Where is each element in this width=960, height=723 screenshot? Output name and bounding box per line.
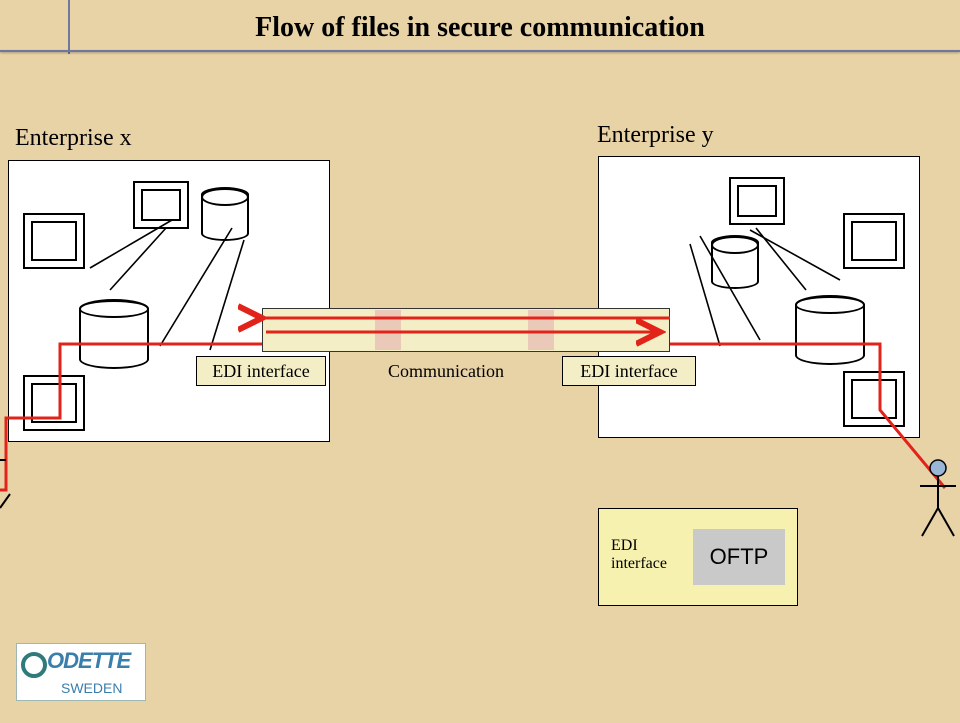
enterprise-y-box <box>598 156 920 438</box>
monitor-icon <box>133 181 189 229</box>
monitor-icon <box>843 213 905 269</box>
oftp-box: EDI interface OFTP <box>598 508 798 606</box>
comm-segment <box>528 310 554 350</box>
communication-bar <box>262 308 670 352</box>
odette-logo: ODETTE SWEDEN <box>16 643 146 701</box>
database-icon <box>201 187 249 241</box>
edi-interface-left: EDI interface <box>196 356 326 386</box>
monitor-icon <box>843 371 905 427</box>
enterprise-x-label: Enterprise x <box>15 125 132 152</box>
oftp-badge: OFTP <box>693 529 785 585</box>
enterprise-y-label: Enterprise y <box>597 122 714 149</box>
title-underline <box>0 50 960 52</box>
database-icon <box>795 295 865 365</box>
communication-label: Communication <box>374 356 518 386</box>
monitor-icon <box>23 375 85 431</box>
person-icon <box>916 458 960 540</box>
oftp-edi-label: EDI interface <box>611 537 667 572</box>
logo-circle-icon <box>21 652 47 678</box>
database-icon <box>711 235 759 289</box>
comm-segment <box>375 310 401 350</box>
edi-interface-right: EDI interface <box>562 356 696 386</box>
monitor-icon <box>729 177 785 225</box>
monitor-icon <box>23 213 85 269</box>
page-title: Flow of files in secure communication <box>0 12 960 44</box>
logo-region: SWEDEN <box>61 680 122 696</box>
logo-brand: ODETTE <box>47 648 130 674</box>
database-icon <box>79 299 149 369</box>
enterprise-x-box <box>8 160 330 442</box>
